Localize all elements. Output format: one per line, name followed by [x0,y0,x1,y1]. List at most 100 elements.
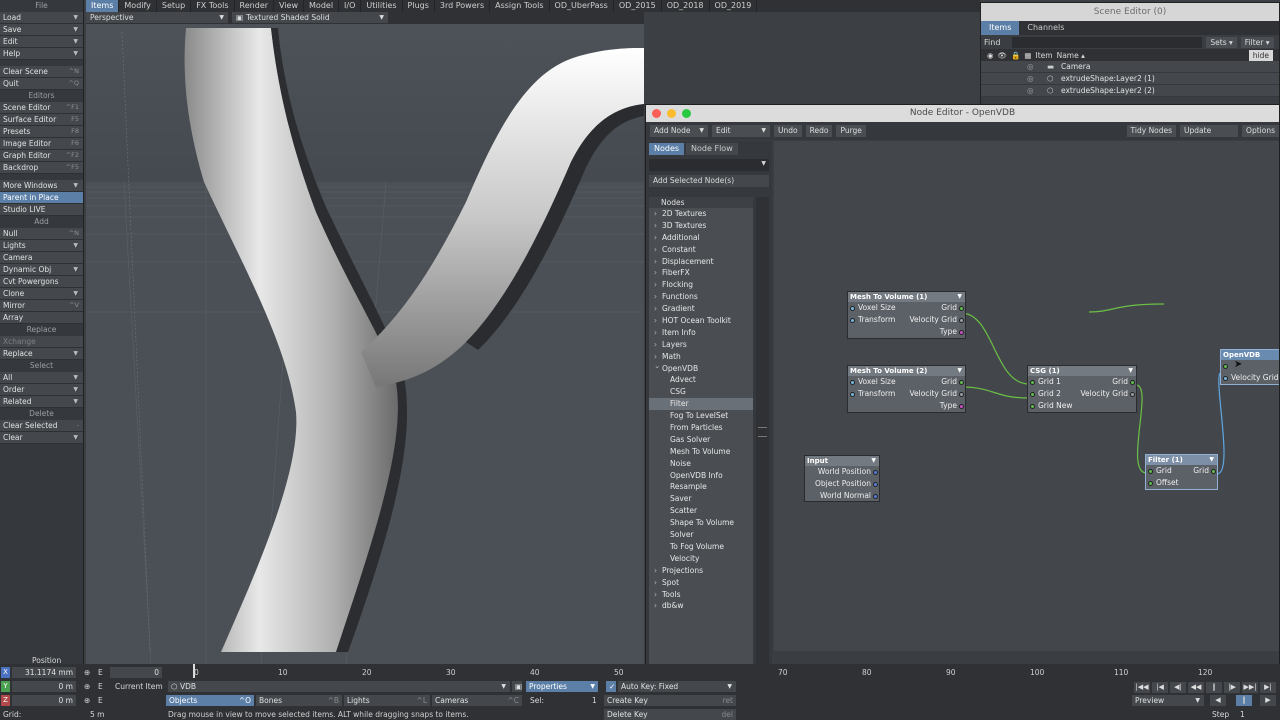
node-category-additional[interactable]: Additional [649,232,753,244]
chevron-down-icon[interactable]: ▼ [1209,455,1214,465]
node-header[interactable]: Filter (1) ▼ [1146,455,1217,465]
shading-mode-select[interactable]: ▣ Textured Shaded Solid ▼ [232,12,388,23]
toolbar-cvt-powergons-button[interactable]: Cvt Powergons [0,276,83,288]
zoom-window-icon[interactable] [682,109,691,118]
node-category-functions[interactable]: Functions [649,291,753,303]
close-window-icon[interactable] [652,109,661,118]
minimize-window-icon[interactable] [667,109,676,118]
output-port[interactable] [959,391,964,397]
tab-setup[interactable]: Setup [157,0,192,12]
node-category-math[interactable]: Math [649,351,753,363]
node-category-hot-ocean-toolkit[interactable]: HOT Ocean Toolkit [649,315,753,327]
tab-nodes[interactable]: Nodes [649,143,685,155]
toolbar-presets-button[interactable]: Presets F8 [0,126,83,138]
go-to-end-icon[interactable]: ▶▶| [1242,682,1258,693]
toolbar-null-button[interactable]: Null ^N [0,228,83,240]
node-mesh-to-volume-2[interactable]: Mesh To Volume (2) ▼ Voxel Size Grid Trans… [847,365,966,413]
options-button[interactable]: Options [1242,125,1279,137]
output-port[interactable] [873,493,878,499]
chevron-down-icon[interactable]: ▼ [871,456,876,466]
sets-button[interactable]: Sets ▾ [1206,36,1237,48]
toolbar-surface-editor-button[interactable]: Surface Editor F5 [0,114,83,126]
toolbar-order-button[interactable]: Order ▼ [0,384,83,396]
tab-3rd-powers[interactable]: 3rd Powers [435,0,491,12]
node-item-openvdb-info[interactable]: OpenVDB Info [649,470,753,482]
bones-button[interactable]: Bones ^B [256,695,342,706]
frame-field[interactable]: 0 [110,667,162,678]
node-category-constant[interactable]: Constant [649,244,753,256]
eye-icon[interactable]: 👁 [998,51,1008,60]
tab-modify[interactable]: Modify [119,0,157,12]
node-item-resample[interactable]: Resample [649,481,753,493]
output-port[interactable] [959,379,964,385]
input-port[interactable] [1030,391,1035,397]
output-port[interactable] [873,481,878,487]
toolbar-more-windows-button[interactable]: More Windows ▼ [0,180,83,192]
node-list-scrollbar[interactable] [756,197,769,665]
color-column-icon[interactable]: ▦ [1024,51,1031,60]
toolbar-studio-live-button[interactable]: Studio LIVE [0,204,83,216]
node-canvas[interactable]: Mesh To Volume (1) ▼ Voxel Size Grid Trans… [774,141,1279,651]
tab-od-2015[interactable]: OD_2015 [614,0,662,12]
node-item-filter[interactable]: Filter [649,398,753,411]
toolbar-clone-button[interactable]: Clone ▼ [0,288,83,300]
node-category-3d-textures[interactable]: 3D Textures [649,220,753,232]
input-port[interactable] [850,317,855,323]
node-csg-1[interactable]: CSG (1) ▼ Grid 1 Grid Grid 2 Velocity Grid … [1027,365,1137,413]
scene-row[interactable]: ◎ ▬ Camera [981,61,1279,73]
node-header[interactable]: Input ▼ [805,456,879,466]
chevron-down-icon[interactable]: ▼ [1128,366,1133,376]
tab-view[interactable]: View [274,0,305,12]
node-item-mesh-to-volume[interactable]: Mesh To Volume [649,446,753,458]
toolbar-lights-button[interactable]: Lights ▼ [0,240,83,252]
next-frame-icon[interactable]: |▶ [1224,682,1240,693]
node-item-advect[interactable]: Advect [649,374,753,386]
tab-utilities[interactable]: Utilities [361,0,403,12]
visible-icon[interactable]: ◎ [1027,85,1034,97]
node-category-db-w[interactable]: db&w [649,600,753,612]
output-port[interactable] [959,305,964,311]
chevron-down-icon[interactable]: ▼ [957,292,962,302]
output-port[interactable] [959,317,964,323]
pause-active-icon[interactable]: ‖ [1236,695,1252,706]
tab-channels[interactable]: Channels [1019,21,1072,35]
scene-row[interactable]: ◎ ⬡ extrudeShape:Layer2 (1) [981,73,1279,85]
node-item-noise[interactable]: Noise [649,458,753,470]
find-input[interactable] [1012,36,1203,48]
toolbar-load-button[interactable]: Load ▼ [0,12,83,24]
output-port[interactable] [959,329,964,335]
visible-icon[interactable]: ◎ [1027,73,1034,85]
node-category-gradient[interactable]: Gradient [649,303,753,315]
input-port[interactable] [1030,379,1035,385]
tab-i-o[interactable]: I/O [339,0,362,12]
pause-icon[interactable]: ‖ [1206,682,1222,693]
next-key-icon[interactable]: ▶| [1260,682,1276,693]
column-item[interactable]: Item [1036,51,1053,60]
toolbar-clear-button[interactable]: Clear ▼ [0,432,83,444]
node-category-displacement[interactable]: Displacement [649,256,753,268]
toolbar-array-button[interactable]: Array [0,312,83,324]
node-category-flocking[interactable]: Flocking [649,279,753,291]
enable-icon[interactable]: E [98,696,103,705]
play-reverse-icon[interactable]: ◀◀ [1188,682,1204,693]
toolbar-backdrop-button[interactable]: Backdrop ^F5 [0,162,83,174]
input-port[interactable] [1148,480,1153,486]
toolbar-image-editor-button[interactable]: Image Editor F6 [0,138,83,150]
delete-key-button[interactable]: Delete Key del [604,709,736,720]
viewport[interactable]: Perspective ▼ ▣ Textured Shaded Solid ▼ [86,12,644,664]
node-openvdb-output[interactable]: OpenVDB Velocity Grid [1220,349,1279,385]
view-mode-select[interactable]: Perspective ▼ [86,12,228,23]
toolbar-scene-editor-button[interactable]: Scene Editor ^F1 [0,102,83,114]
node-category-2d-textures[interactable]: 2D Textures [649,208,753,220]
node-category-tools[interactable]: Tools [649,589,753,601]
play-forward-icon[interactable]: ▶ [1260,695,1276,706]
input-port[interactable] [1223,375,1228,381]
toolbar-related-button[interactable]: Related ▼ [0,396,83,408]
node-item-from-particles[interactable]: From Particles [649,422,753,434]
node-mesh-to-volume-1[interactable]: Mesh To Volume (1) ▼ Voxel Size Grid Trans… [847,291,966,339]
x-position-field[interactable]: 31.1174 mm [12,667,76,678]
toolbar-graph-editor-button[interactable]: Graph Editor ^F2 [0,150,83,162]
target-icon[interactable]: ⊕ [84,668,90,677]
tab-od-2019[interactable]: OD_2019 [710,0,758,12]
objects-button[interactable]: Objects ^O [166,695,254,706]
